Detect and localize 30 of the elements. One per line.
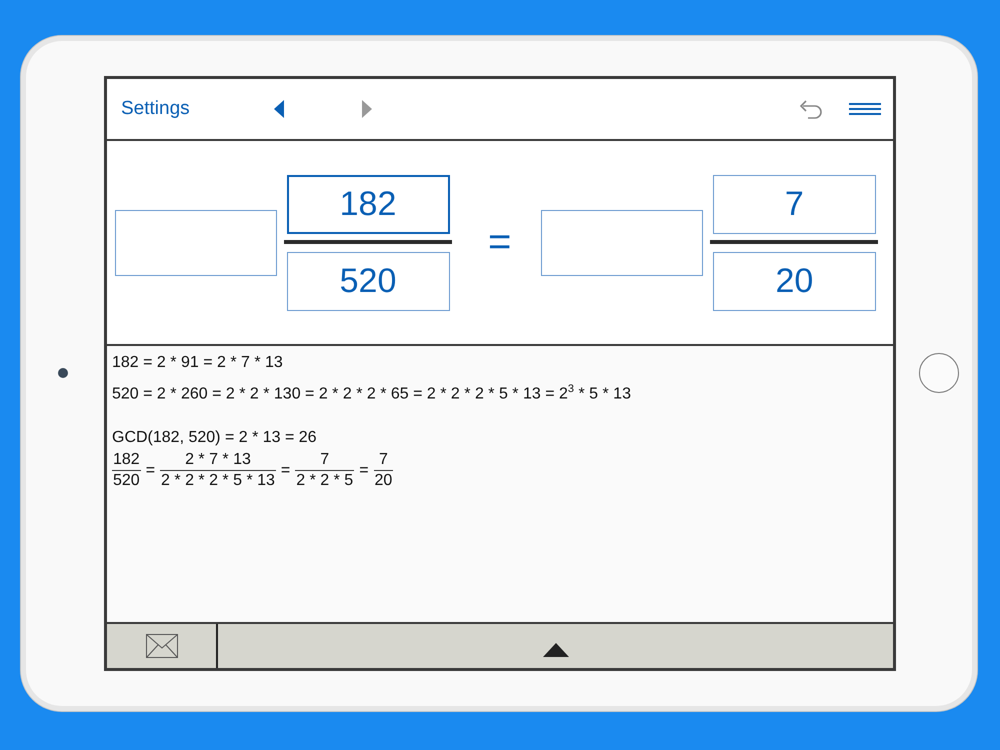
- fraction-numerator: 7: [374, 451, 394, 472]
- home-button[interactable]: [919, 353, 959, 393]
- camera-dot: [58, 368, 68, 378]
- menu-icon[interactable]: [849, 103, 881, 115]
- fraction-denominator: 20: [374, 471, 394, 490]
- envelope-icon: [146, 634, 178, 658]
- whole-number-field[interactable]: [115, 210, 277, 276]
- fraction-numerator: 7: [295, 451, 354, 472]
- fraction-numerator: 182: [112, 451, 141, 472]
- back-arrow-icon[interactable]: [274, 100, 284, 118]
- fraction-numerator: 2 * 7 * 13: [160, 451, 276, 472]
- whole-number-field[interactable]: [541, 210, 704, 276]
- forward-arrow-icon[interactable]: [362, 100, 372, 118]
- denominator-field[interactable]: 520: [286, 252, 450, 310]
- equals-symbol: =: [359, 462, 369, 480]
- fraction-denominator: 2 * 2 * 2 * 5 * 13: [160, 471, 276, 490]
- solution-line: 182 = 2 * 91 = 2 * 7 * 13: [112, 353, 284, 373]
- settings-button[interactable]: Settings: [121, 98, 190, 120]
- denominator-field[interactable]: 20: [712, 252, 876, 310]
- equals-symbol: =: [146, 462, 156, 480]
- up-triangle-icon: [542, 643, 568, 657]
- fraction-denominator: 2 * 2 * 5: [295, 471, 354, 490]
- undo-icon[interactable]: [799, 98, 823, 120]
- solution-line: 520 = 2 * 260 = 2 * 2 * 130 = 2 * 2 * 2 * 65 = 2 * 2 * 2 * 5 * 13 = 2$^{3}$ * 5 * 13: [112, 382, 632, 404]
- equals-symbol: =: [280, 462, 290, 480]
- numerator-field[interactable]: 7: [712, 174, 876, 234]
- fraction-denominator: 520: [112, 471, 141, 490]
- equals-sign: =: [488, 220, 512, 265]
- numerator-field[interactable]: 182: [286, 174, 450, 234]
- solution-line: GCD(182, 520) = 2 * 13 = 26: [112, 428, 318, 448]
